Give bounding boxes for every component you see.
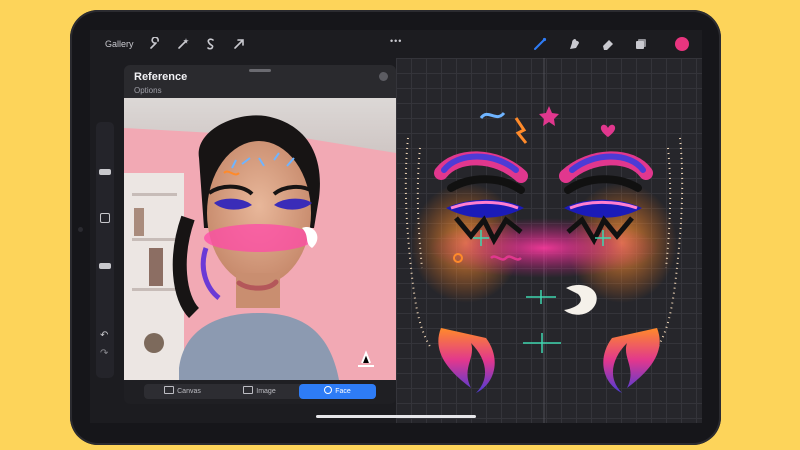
procreate-screen: Gallery ••• ↶ ↷ Reference Options Canvas… — [90, 30, 702, 423]
smudge-icon[interactable] — [567, 37, 581, 51]
drag-handle[interactable] — [249, 69, 271, 72]
gallery-button[interactable]: Gallery — [105, 39, 134, 49]
tab-canvas-label: Canvas — [177, 388, 201, 395]
brush-icon[interactable] — [533, 37, 547, 51]
tab-face-label: Face — [335, 388, 351, 395]
redo-icon[interactable]: ↷ — [100, 348, 108, 359]
opacity-slider[interactable] — [99, 263, 111, 269]
reference-header: Reference Options — [124, 65, 396, 98]
home-indicator[interactable] — [316, 415, 476, 418]
face-reference-photo — [124, 98, 396, 380]
tab-image-label: Image — [256, 388, 276, 395]
face-paint-artwork — [404, 58, 684, 423]
modify-button[interactable] — [100, 213, 110, 223]
close-icon[interactable] — [379, 72, 388, 81]
front-camera — [78, 227, 83, 232]
face-icon — [324, 386, 333, 394]
transform-arrow-icon[interactable] — [232, 37, 246, 51]
color-swatch[interactable] — [674, 36, 690, 52]
undo-icon[interactable]: ↶ — [100, 330, 108, 341]
magic-wand-icon[interactable] — [176, 37, 190, 51]
top-toolbar: Gallery ••• — [90, 30, 702, 58]
tab-image[interactable]: Image — [221, 384, 298, 399]
reference-title: Reference — [134, 71, 188, 83]
selection-icon[interactable] — [204, 37, 218, 51]
brush-size-slider[interactable] — [99, 169, 111, 175]
drawing-canvas[interactable] — [396, 58, 702, 423]
image-icon — [243, 386, 254, 394]
canvas-icon — [164, 386, 175, 394]
more-options-icon[interactable]: ••• — [390, 36, 402, 46]
eraser-icon[interactable] — [601, 37, 615, 51]
layers-icon[interactable] — [634, 37, 648, 51]
wrench-icon[interactable] — [148, 37, 162, 51]
tab-canvas[interactable]: Canvas — [144, 384, 221, 399]
tab-face[interactable]: Face — [299, 384, 376, 399]
reference-panel: Reference Options Canvas Image Face — [124, 65, 396, 404]
reference-options-link[interactable]: Options — [134, 86, 162, 95]
reference-mode-segmented-control: Canvas Image Face — [144, 384, 376, 399]
left-sidebar: ↶ ↷ — [96, 122, 114, 378]
